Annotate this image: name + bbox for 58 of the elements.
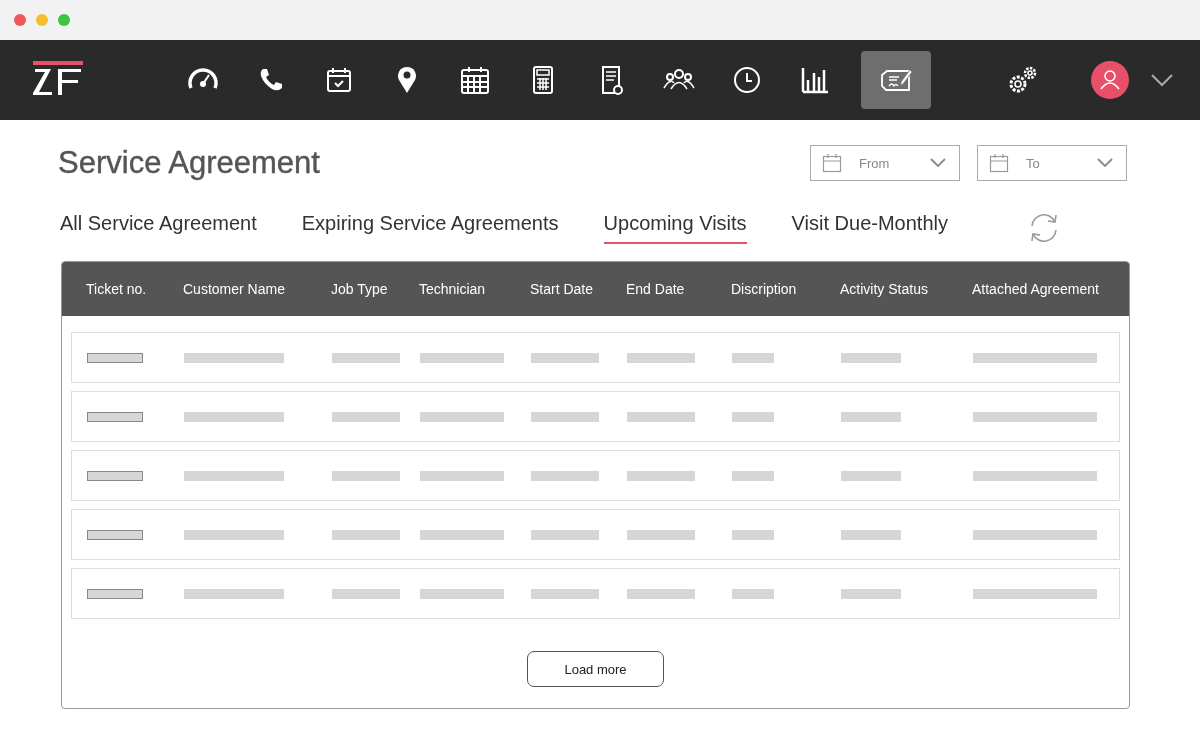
placeholder-bar	[627, 470, 695, 481]
placeholder-bar	[627, 411, 695, 422]
placeholder-bar	[627, 352, 695, 363]
date-field[interactable]: From	[810, 145, 960, 181]
logo-icon	[33, 61, 85, 95]
placeholder-bar	[332, 411, 400, 422]
placeholder-bar	[841, 352, 901, 363]
placeholder-bar	[87, 352, 143, 363]
placeholder-bar	[627, 529, 695, 540]
column-header: Discription	[731, 281, 798, 297]
maximize-dot[interactable]	[58, 14, 70, 26]
column-header: Activity Status	[840, 281, 929, 297]
placeholder-bar	[627, 588, 695, 599]
tab[interactable]: Upcoming Visits	[603, 206, 747, 244]
load-more-button[interactable]: Load more	[527, 651, 664, 687]
placeholder-bar	[332, 588, 400, 599]
column-header: Job Type	[331, 281, 389, 297]
placeholder-bar	[87, 529, 143, 540]
column-header: Customer Name	[183, 281, 286, 297]
placeholder-bar	[732, 529, 774, 540]
calendar-icon	[989, 153, 1009, 173]
placeholder-bar	[841, 470, 901, 481]
chevron-down-icon	[930, 158, 946, 168]
placeholder-bar	[732, 352, 774, 363]
column-header: End Date	[626, 281, 686, 297]
column-header: Attached Agreement	[972, 281, 1100, 297]
placeholder-bar	[87, 470, 143, 481]
close-dot[interactable]	[14, 14, 26, 26]
placeholder-bar	[531, 411, 599, 422]
tab[interactable]: Expiring Service Agreements	[301, 206, 559, 244]
column-header: Technician	[419, 281, 487, 297]
placeholder-bar	[841, 411, 901, 422]
placeholder-bar	[841, 529, 901, 540]
placeholder-bar	[332, 352, 400, 363]
minimize-dot[interactable]	[36, 14, 48, 26]
placeholder-bar	[531, 470, 599, 481]
placeholder-bar	[87, 411, 143, 422]
placeholder-bar	[531, 529, 599, 540]
date-field[interactable]: To	[977, 145, 1127, 181]
tab[interactable]: All Service Agreement	[60, 206, 257, 244]
placeholder-bar	[732, 411, 774, 422]
placeholder-bar	[732, 588, 774, 599]
page-title: Service Agreement	[58, 145, 320, 181]
placeholder-bar	[87, 588, 143, 599]
placeholder-bar	[332, 470, 400, 481]
chevron-down-icon	[1097, 158, 1113, 168]
placeholder-bar	[841, 588, 901, 599]
placeholder-bar	[732, 470, 774, 481]
placeholder-bar	[531, 588, 599, 599]
calendar-icon	[822, 153, 842, 173]
avatar-icon[interactable]	[1091, 61, 1129, 99]
tab[interactable]: Visit Due-Monthly	[791, 206, 948, 244]
placeholder-bar	[531, 352, 599, 363]
signed-document-icon[interactable]	[861, 51, 931, 109]
column-header: Start Date	[530, 281, 595, 297]
placeholder-bar	[332, 529, 400, 540]
column-header: Ticket no.	[86, 281, 148, 297]
chevron-down-icon[interactable]	[1151, 73, 1173, 87]
